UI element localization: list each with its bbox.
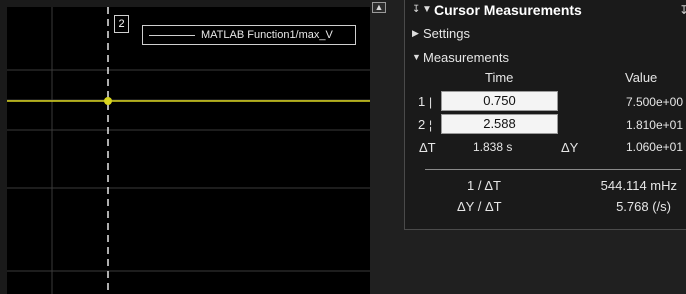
settings-label: Settings bbox=[423, 26, 470, 41]
axes-background bbox=[7, 7, 370, 294]
cursor-2-label[interactable]: 2 bbox=[114, 15, 129, 33]
delta-y-value: 1.060e+01 bbox=[625, 140, 683, 154]
panel-splitter[interactable]: ▲ bbox=[370, 0, 404, 294]
cursor-1-label: 1 bbox=[418, 94, 426, 109]
section-divider bbox=[425, 169, 681, 170]
legend-line-swatch bbox=[149, 35, 195, 36]
legend-label: MATLAB Function1/max_V bbox=[201, 29, 333, 41]
delta-y-label: ΔY bbox=[561, 140, 579, 155]
undock-arrow-icon[interactable]: ▲ bbox=[372, 2, 386, 13]
scope-display[interactable]: 2 MATLAB Function1/max_V bbox=[0, 0, 370, 294]
slope-value: 5.768 (/s) bbox=[616, 199, 671, 214]
delta-t-label: ΔT bbox=[419, 140, 436, 155]
inverse-delta-t-value: 544.114 mHz bbox=[600, 178, 677, 193]
cursor-1-value: 7.500e+00 bbox=[625, 95, 683, 109]
triangle-down-icon[interactable]: ▼ bbox=[422, 4, 432, 15]
measurements-label: Measurements bbox=[423, 50, 509, 65]
delta-t-value: 1.838 s bbox=[473, 140, 513, 154]
cursor-2-value: 1.810e+01 bbox=[625, 118, 683, 132]
triangle-down-icon: ▼ bbox=[412, 52, 421, 62]
more-icon[interactable]: ↧ bbox=[679, 3, 686, 17]
panel-title: Cursor Measurements bbox=[434, 2, 582, 18]
legend[interactable]: MATLAB Function1/max_V bbox=[142, 25, 356, 45]
slope-label: ΔY / ΔT bbox=[457, 199, 502, 214]
cursor-2-time-input[interactable]: 2.588 bbox=[441, 114, 558, 134]
cursor-2-style-marker: ¦ bbox=[429, 118, 433, 132]
triangle-right-icon: ▶ bbox=[412, 28, 419, 38]
panel-title-bar[interactable]: ↧ ▼ Cursor Measurements ↧ bbox=[405, 0, 686, 20]
cursor-measurements-panel: ↧ ▼ Cursor Measurements ↧ ▶ Settings ▼ M… bbox=[404, 0, 686, 230]
cursor-intersection-marker[interactable] bbox=[104, 97, 112, 105]
pin-icon[interactable]: ↧ bbox=[412, 4, 420, 15]
time-column-header: Time bbox=[485, 70, 514, 85]
value-column-header: Value bbox=[625, 70, 658, 85]
cursor-1-time-input[interactable]: 0.750 bbox=[441, 91, 558, 111]
cursor-1-style-marker: | bbox=[429, 95, 433, 109]
empty-lower-pane bbox=[404, 230, 686, 294]
cursor-2-row-label: 2 bbox=[418, 117, 426, 132]
inverse-delta-t-label: 1 / ΔT bbox=[467, 178, 501, 193]
